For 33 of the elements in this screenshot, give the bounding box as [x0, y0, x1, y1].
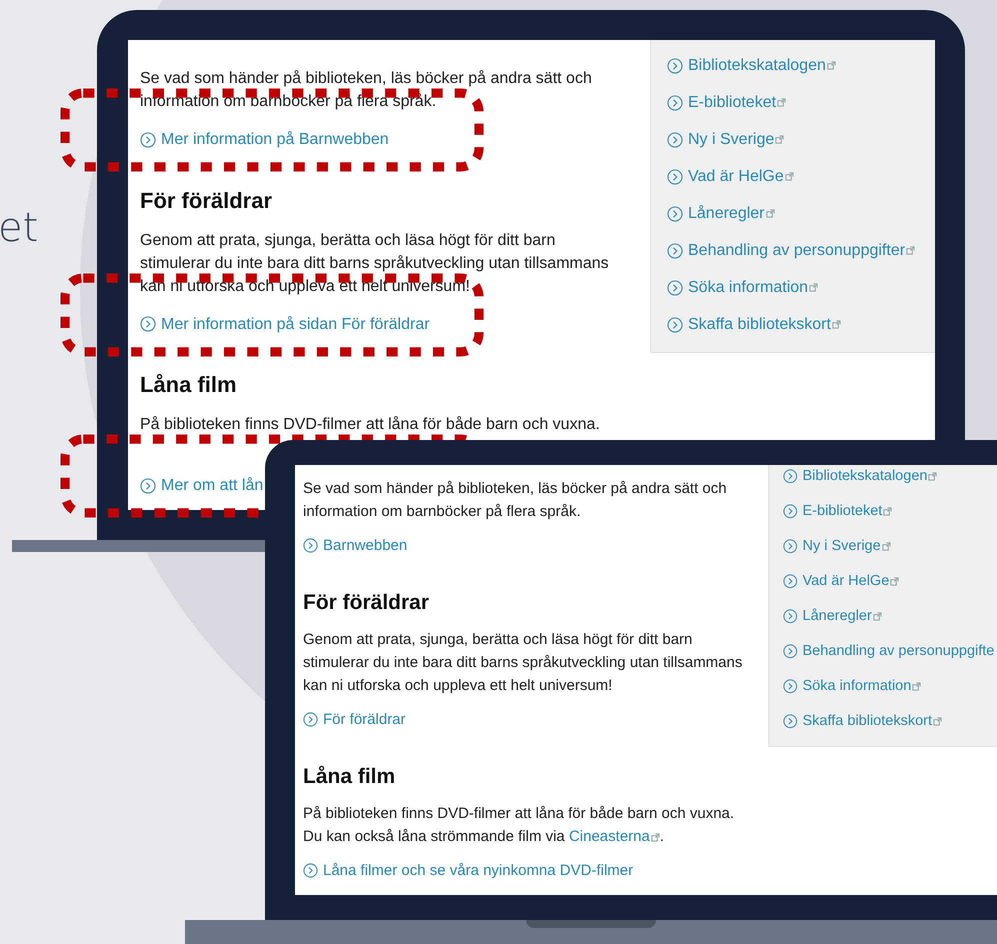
sidebar-link[interactable]: Vad är HelGe — [667, 165, 794, 188]
sidebar-link[interactable]: Vad är HelGe — [783, 570, 900, 593]
sidebar-link[interactable]: Behandling av personuppgifte — [783, 640, 994, 663]
more-link[interactable]: Barnwebben — [303, 534, 408, 557]
link[interactable]: Cineasterna — [568, 828, 660, 845]
sidebar-link[interactable]: Ny i Sverige — [783, 535, 891, 558]
sidebar-link[interactable]: Ny i Sverige — [667, 128, 784, 151]
section-heading: För föräldrar — [303, 590, 430, 616]
paragraph: Se vad som händer på biblioteken, läs böcker på andra sätt och information om barnböcker på flera språk. — [303, 479, 728, 522]
section-heading: För föräldrar — [140, 186, 274, 214]
sidebar-link[interactable]: E-biblioteket — [783, 500, 892, 523]
more-link[interactable]: För föräldrar — [303, 708, 406, 731]
sidebar-link[interactable]: Låneregler — [783, 605, 882, 628]
sidebar-link[interactable]: Skaffa bibliotekskort — [667, 313, 841, 336]
more-link[interactable]: Mer information på Barnwebben — [140, 128, 389, 151]
sidebar-link[interactable]: Skaffa bibliotekskort — [783, 710, 942, 733]
paragraph: På biblioteken finns DVD-filmer att låna för både barn och vuxna. — [140, 415, 601, 435]
sidebar-link[interactable]: Låneregler — [667, 202, 774, 225]
sidebar-link[interactable]: Behandling av personuppgifter — [667, 239, 916, 262]
more-link[interactable]: Låna filmer och se våra nyinkomna DVD-filmer — [303, 859, 634, 882]
sidebar-link[interactable]: Bibliotekskatalogen — [667, 54, 836, 77]
sidebar-link[interactable]: Söka information — [667, 276, 818, 299]
more-link[interactable]: Mer om att lån — [140, 474, 264, 497]
sidebar-link[interactable]: Bibliotekskatalogen — [783, 465, 938, 488]
section-heading: Låna film — [303, 764, 396, 790]
sidebar-link[interactable]: Söka information — [783, 675, 922, 698]
paragraph: Genom att prata, sjunga, berätta och läsa högt för ditt barn stimulerar du inte bara ditt barns språkutveckling utan tillsammans kan ni utforska och uppleva ett helt universum! — [303, 630, 744, 696]
section-heading: Låna film — [140, 371, 238, 399]
background-text: et — [0, 204, 38, 252]
more-link[interactable]: Mer information på sidan För föräldrar — [140, 312, 430, 336]
paragraph: Genom att prata, sjunga, berätta och läsa högt för ditt barn stimulerar du inte bara ditt barns språkutveckling utan tillsammans kan ni utforska och uppleva ett helt universum! — [140, 230, 610, 296]
sidebar-link[interactable]: E-biblioteket — [667, 91, 786, 114]
paragraph: På biblioteken finns DVD-filmer att låna för både barn och vuxna. Du kan också låna strömmande film via Cineasterna . — [303, 804, 736, 847]
